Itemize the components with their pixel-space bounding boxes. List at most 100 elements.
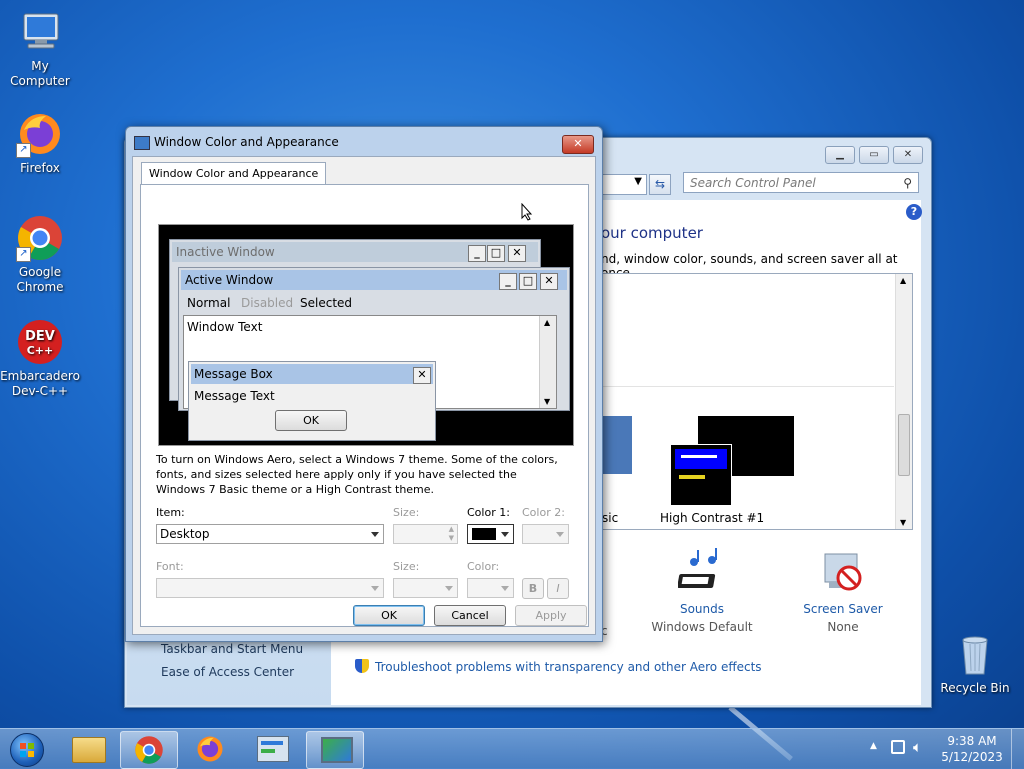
shortcut-arrow-icon: ↗ (16, 143, 31, 158)
link-ease-of-access[interactable]: Ease of Access Center (161, 665, 294, 679)
show-desktop-button[interactable] (1011, 729, 1024, 769)
maximize-icon: □ (487, 245, 505, 262)
taskbar-chrome[interactable] (120, 731, 178, 769)
taskbar-display-settings[interactable] (306, 731, 364, 769)
taskbar: ▲ 🔈︎ 9:38 AM 5/12/2023 (0, 728, 1024, 769)
size-stepper[interactable]: ▲ ▼ (393, 524, 458, 544)
help-icon[interactable]: ? (906, 204, 922, 220)
taskbar-explorer[interactable] (60, 731, 116, 767)
chevron-down-icon: ▼ (634, 176, 642, 187)
sounds-label[interactable]: Sounds (647, 602, 757, 616)
recycle-bin-icon (951, 630, 999, 678)
refresh-button[interactable]: ⇆ (649, 174, 671, 195)
theme-basic-preview[interactable] (602, 416, 632, 474)
scroll-thumb[interactable] (898, 414, 910, 476)
screen-saver-item[interactable]: Screen Saver None (788, 548, 898, 634)
theme-scrollbar[interactable]: ▲ ▼ (895, 274, 912, 529)
troubleshoot-label[interactable]: Troubleshoot problems with transparency … (375, 660, 762, 674)
color1-swatch (472, 528, 496, 540)
active-title-bar: Active Window _ □ ✕ (181, 270, 567, 290)
font-color-picker[interactable] (467, 578, 514, 598)
troubleshoot-link[interactable]: Troubleshoot problems with transparency … (355, 659, 762, 674)
svg-text:DEV: DEV (25, 329, 55, 344)
bold-button[interactable]: B (522, 578, 544, 599)
preview-scrollbar: ▲ ▼ (539, 316, 556, 408)
color2-picker[interactable] (522, 524, 569, 544)
message-box-title-bar: Message Box ✕ (191, 364, 433, 384)
desktop-icon-firefox[interactable]: ↗ Firefox (0, 110, 80, 176)
network-icon[interactable] (891, 740, 905, 754)
stepper-arrows-icon: ▲ ▼ (448, 525, 454, 542)
tab-window-color[interactable]: Window Color and Appearance (141, 162, 327, 185)
computer-icon (16, 8, 64, 56)
clock[interactable]: 9:38 AM 5/12/2023 (940, 733, 1004, 765)
search-input[interactable]: Search Control Panel ⚲ (683, 172, 919, 193)
hc-preview-front (670, 444, 732, 506)
firefox-icon (197, 736, 223, 762)
ok-button[interactable]: OK (353, 605, 425, 626)
close-icon: ✕ (413, 367, 431, 384)
desktop-icon-devcpp[interactable]: DEV C++ Embarcadero Dev-C++ (0, 318, 80, 399)
scroll-up-icon: ▲ (544, 318, 551, 327)
chevron-down-icon (371, 586, 379, 591)
desktop-icon-label: Recycle Bin (940, 681, 1010, 695)
mouse-cursor-icon (521, 202, 533, 224)
inactive-title: Inactive Window (176, 245, 275, 259)
desktop-icon-label: Embarcadero Dev-C++ (0, 369, 80, 398)
scroll-down-icon: ▼ (544, 397, 551, 406)
message-box-title: Message Box (194, 367, 273, 381)
color2-label: Color 2: (522, 506, 565, 519)
svg-text:C++: C++ (27, 344, 54, 357)
taskbar-control-panel[interactable] (244, 731, 300, 767)
scroll-down-icon[interactable]: ▼ (900, 518, 906, 527)
cancel-button[interactable]: Cancel (434, 605, 506, 626)
item-select[interactable]: Desktop (156, 524, 384, 544)
maximize-button[interactable]: ▭ (859, 146, 889, 164)
menu-normal: Normal (187, 296, 231, 310)
font-select[interactable] (156, 578, 384, 598)
taskbar-firefox[interactable] (182, 731, 238, 767)
font-size-select[interactable] (393, 578, 458, 598)
theme-high-contrast-1[interactable] (670, 416, 794, 506)
menu-disabled: Disabled (241, 296, 294, 310)
font-size-label: Size: (393, 560, 420, 573)
address-bar[interactable]: ▼ (601, 174, 647, 195)
dialog-body: Window Color and Appearance Inactive Win… (132, 156, 596, 635)
active-title: Active Window (185, 273, 274, 287)
item-label: Item: (156, 506, 185, 519)
chevron-down-icon (371, 532, 379, 537)
dialog-app-icon (134, 136, 150, 150)
dialog-close-button[interactable]: ✕ (562, 135, 594, 154)
control-panel-icon-bar (261, 741, 283, 745)
search-icon: ⚲ (903, 176, 912, 190)
appearance-preview[interactable]: Inactive Window _ □ ✕ Active Window _ □ … (158, 224, 574, 446)
desktop-icon-recycle-bin[interactable]: Recycle Bin (935, 630, 1015, 696)
close-button[interactable]: ✕ (893, 146, 923, 164)
desktop-icon-label: My Computer (10, 59, 70, 88)
desktop-icon-my-computer[interactable]: My Computer (0, 8, 80, 89)
inactive-title-bar: Inactive Window _ □ ✕ (172, 242, 538, 262)
theme-list[interactable]: sic High Contrast #1 ▲ ▼ (601, 273, 913, 530)
font-color-label: Color: (467, 560, 500, 573)
color1-picker[interactable] (467, 524, 514, 544)
screen-saver-value: None (827, 620, 859, 634)
minimize-button[interactable]: ▁ (825, 146, 855, 164)
volume-icon[interactable]: 🔈︎ (913, 738, 922, 756)
hc-highlight (679, 475, 705, 479)
chrome-icon: ↗ (16, 214, 64, 262)
close-icon: ✕ (573, 137, 583, 150)
link-taskbar[interactable]: Taskbar and Start Menu (161, 642, 303, 656)
scroll-up-icon[interactable]: ▲ (900, 276, 906, 285)
message-text: Message Text (194, 389, 275, 403)
desktop-icon-chrome[interactable]: ↗ Google Chrome (0, 214, 80, 295)
preview-message-box[interactable]: Message Box ✕ Message Text OK (188, 361, 436, 441)
close-icon: ✕ (540, 273, 558, 290)
tray-expand-icon[interactable]: ▲ (870, 741, 877, 751)
explorer-icon (72, 737, 106, 763)
italic-button[interactable]: I (547, 578, 569, 599)
start-button[interactable] (6, 731, 46, 767)
screen-saver-label[interactable]: Screen Saver (788, 602, 898, 616)
sounds-item[interactable]: Sounds Windows Default (647, 548, 757, 634)
apply-button[interactable]: Apply (515, 605, 587, 626)
chevron-down-icon (445, 586, 453, 591)
